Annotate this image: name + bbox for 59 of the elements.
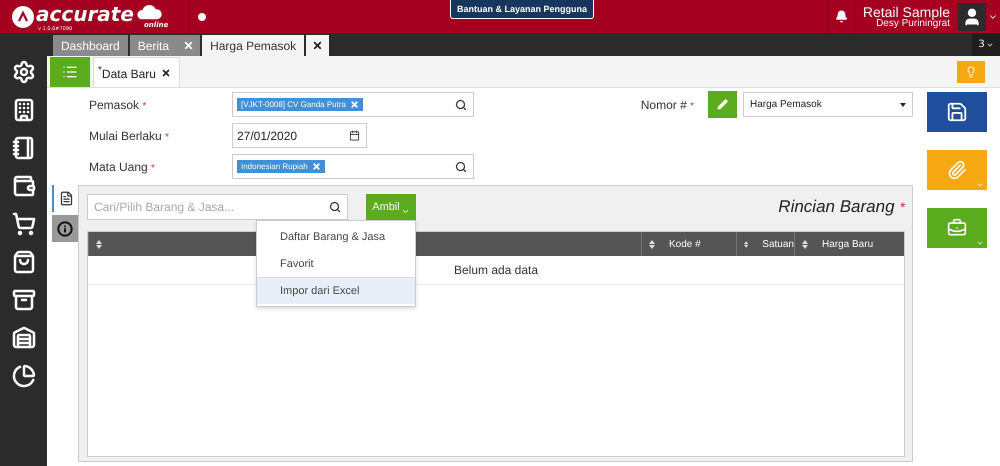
selected-tag: [VJKT-0008] CV Ganda Putra (237, 98, 363, 111)
pencil-icon (717, 99, 728, 110)
sort-icon[interactable] (649, 240, 655, 248)
help-button[interactable]: Bantuan & Layanan Pengguna (450, 0, 594, 19)
list-icon (62, 64, 78, 80)
calendar-icon[interactable] (349, 130, 360, 141)
cloud-icon (136, 2, 163, 20)
menu-item[interactable]: Impor dari Excel (257, 277, 415, 304)
cart-icon[interactable] (12, 211, 36, 237)
caret-icon (976, 239, 984, 247)
field-label: Mata Uang * (89, 160, 156, 174)
search-icon[interactable] (455, 160, 467, 172)
sort-icon[interactable] (802, 240, 808, 248)
brand-name: accurate (36, 4, 134, 24)
warehouse-icon[interactable] (12, 325, 36, 351)
search-icon[interactable] (329, 201, 341, 213)
status-dot (198, 12, 206, 20)
sort-icon[interactable] (744, 240, 748, 248)
user-name: Desy Puriningrat (876, 18, 950, 28)
document-icon (58, 191, 74, 206)
toolbox-button[interactable] (927, 208, 987, 248)
list-button[interactable] (50, 57, 90, 87)
field-label: Mulai Berlaku * (89, 128, 170, 142)
tab-count[interactable]: 3 (972, 33, 1000, 56)
tab[interactable]: Harga Pemasok (202, 35, 330, 56)
remove-icon[interactable] (312, 162, 321, 171)
search-icon[interactable] (455, 98, 467, 110)
logo-icon (12, 6, 34, 28)
field-label: Nomor # * (640, 98, 694, 112)
date-field[interactable]: 27/01/2020 (232, 123, 367, 148)
column-header[interactable]: Satuan (736, 232, 794, 256)
paperclip-icon (947, 160, 967, 180)
edit-button[interactable] (708, 91, 737, 118)
briefcase-icon (947, 218, 967, 238)
info-icon (57, 220, 73, 236)
caret-icon (976, 181, 984, 189)
cabinet-icon[interactable] (12, 287, 36, 313)
bag-icon[interactable] (12, 249, 36, 275)
close-icon[interactable] (160, 68, 171, 78)
document-tab[interactable]: $^{*}$Data Baru (93, 57, 180, 87)
column-header[interactable]: Harga Baru (794, 232, 904, 256)
user-avatar[interactable] (958, 2, 986, 30)
remove-icon[interactable] (350, 100, 359, 109)
menu-item[interactable]: Favorit (257, 250, 415, 277)
selected-tag: Indonesian Rupiah (237, 160, 325, 173)
sort-icon[interactable] (96, 240, 102, 248)
notebook-icon[interactable] (12, 135, 36, 161)
column-header[interactable]: Kode # (641, 232, 736, 256)
lightbulb-icon (965, 66, 977, 78)
pie-chart-icon[interactable] (12, 363, 36, 389)
number-select[interactable]: Harga Pemasok (743, 92, 913, 117)
section-title: Rincian Barang * (778, 197, 905, 217)
save-button[interactable] (927, 92, 987, 132)
settings-icon[interactable] (12, 59, 36, 85)
field-label: Pemasok * (89, 98, 148, 112)
menu-item[interactable]: Daftar Barang & Jasa (257, 223, 415, 250)
info-tab[interactable] (52, 215, 78, 242)
company-name: Retail Sample (862, 4, 950, 18)
wallet-icon[interactable] (12, 173, 36, 199)
